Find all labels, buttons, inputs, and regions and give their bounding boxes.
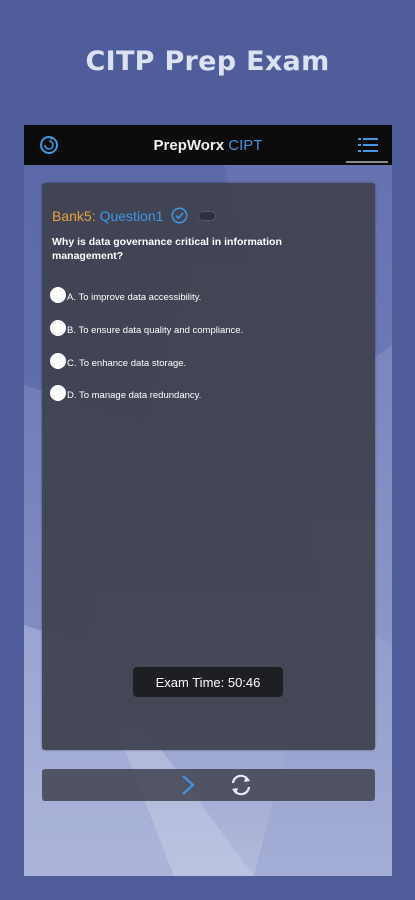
question-text: Why is data governance critical in infor… <box>52 236 282 262</box>
app-title: PrepWorx CIPT <box>154 137 263 154</box>
option-label: A. To improve data accessibility. <box>67 291 202 303</box>
app-title-main: PrepWorx <box>153 136 225 154</box>
option-label: D. To manage data redundancy. <box>67 389 202 401</box>
option-d[interactable]: D. To manage data redundancy. <box>50 385 201 401</box>
bank-label: Bank5: <box>52 207 96 224</box>
radio-button[interactable] <box>50 320 66 336</box>
option-a[interactable]: A. To improve data accessibility. <box>50 287 201 303</box>
chevron-right-icon[interactable] <box>180 774 196 796</box>
app-title-accent: CIPT <box>228 136 263 154</box>
bottom-toolbar <box>42 769 375 801</box>
reload-icon[interactable] <box>228 773 254 797</box>
option-c[interactable]: C. To enhance data storage. <box>50 353 186 369</box>
option-label: C. To enhance data storage. <box>67 357 187 369</box>
menu-list-icon[interactable] <box>358 136 378 154</box>
option-b[interactable]: B. To ensure data quality and compliance… <box>50 320 243 336</box>
check-circle-icon[interactable] <box>171 207 188 224</box>
phone-screen: PrepWorx CIPT Bank5: Question1 Why is da… <box>24 125 392 876</box>
option-label: B. To ensure data quality and compliance… <box>67 324 244 336</box>
radio-button[interactable] <box>50 287 66 303</box>
question-number: Question1 <box>99 207 164 224</box>
question-header: Bank5: Question1 <box>52 207 217 224</box>
exam-timer: Exam Time: 50:46 <box>133 667 283 697</box>
toggle-icon[interactable] <box>198 210 217 221</box>
question-card: Bank5: Question1 Why is data governance … <box>42 183 375 750</box>
refresh-icon[interactable] <box>38 134 60 156</box>
menu-indicator <box>346 161 388 163</box>
radio-button[interactable] <box>50 353 66 369</box>
app-bar: PrepWorx CIPT <box>24 125 392 165</box>
radio-button[interactable] <box>50 385 66 401</box>
promo-title: CITP Prep Exam <box>85 46 330 77</box>
